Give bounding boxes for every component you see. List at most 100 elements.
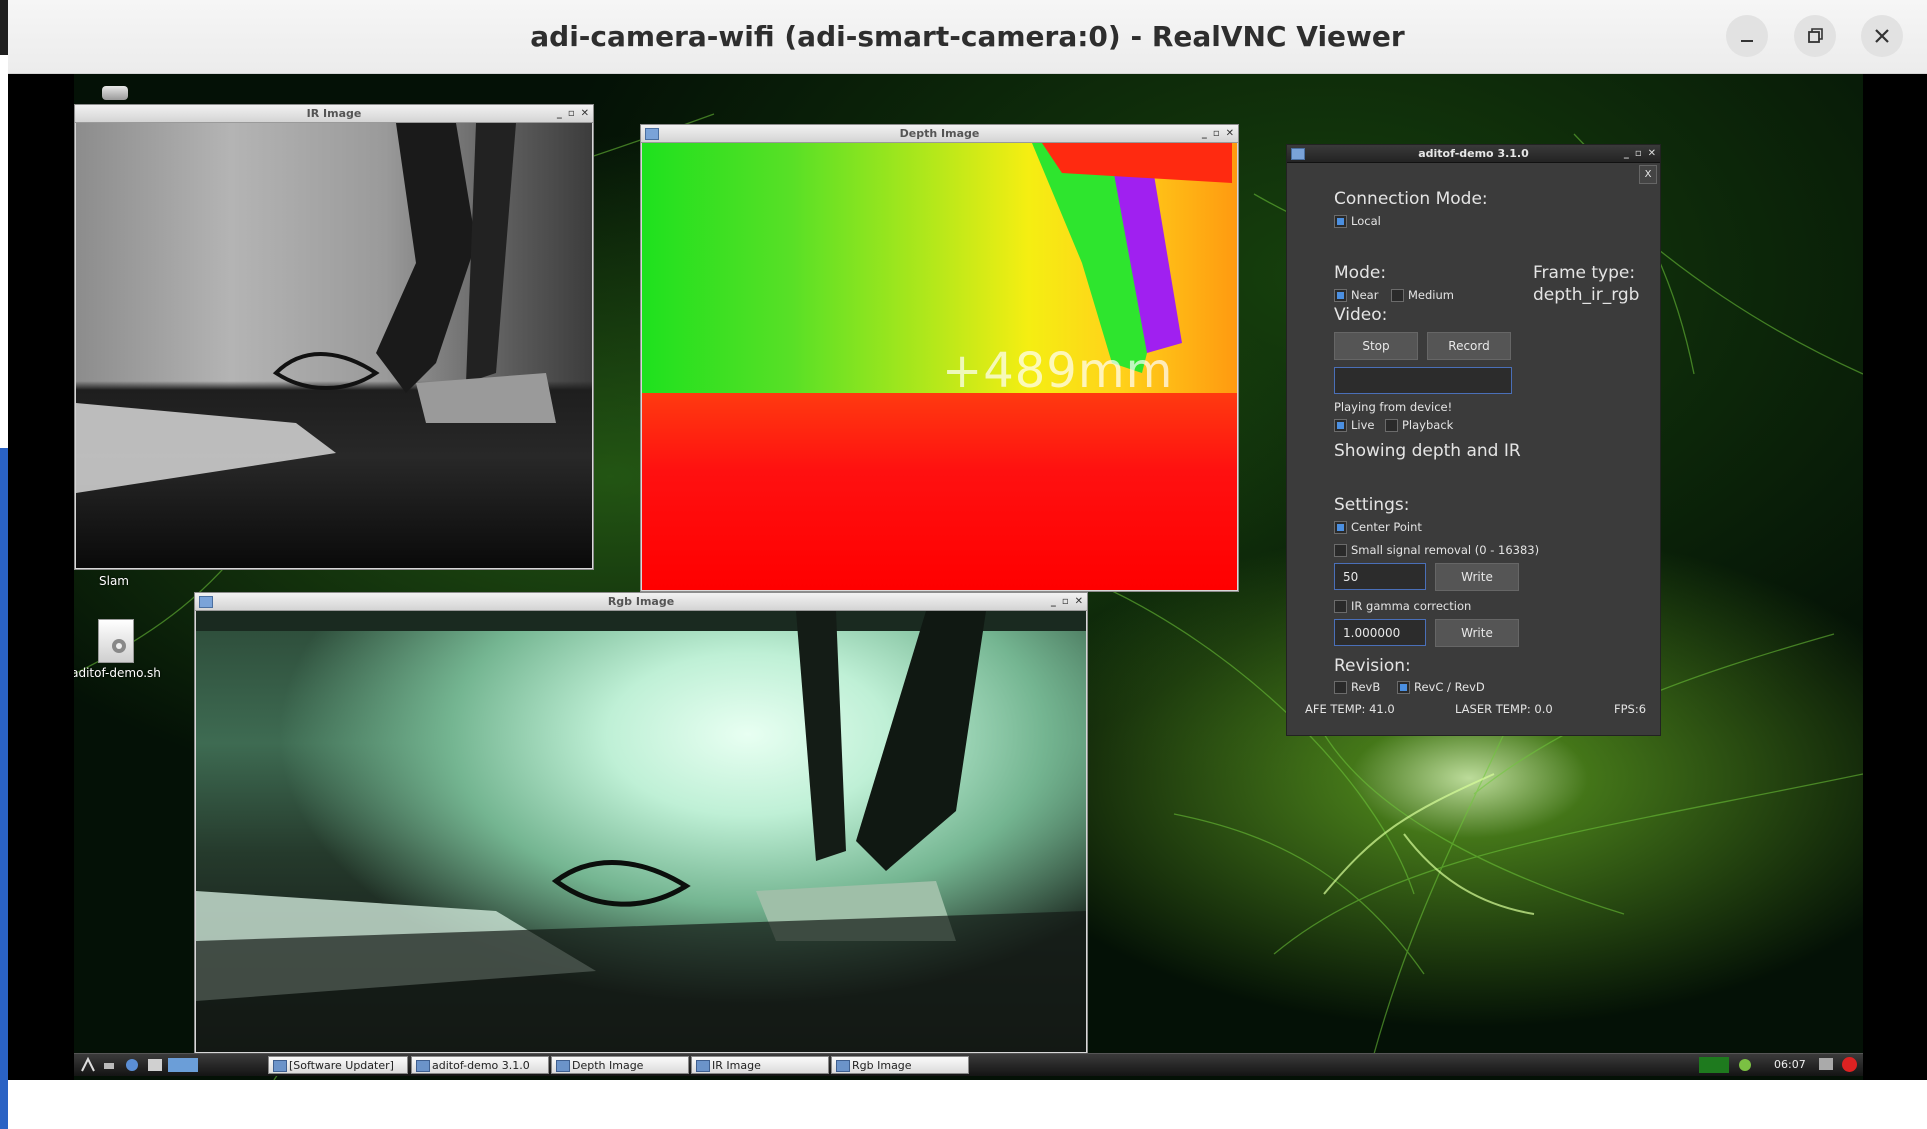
playing-from-label: Playing from device! bbox=[1334, 400, 1453, 414]
restore-button[interactable] bbox=[1794, 15, 1836, 57]
close-button[interactable] bbox=[1861, 15, 1903, 57]
small-signal-write-button[interactable]: Write bbox=[1435, 563, 1519, 591]
window-app-icon bbox=[199, 596, 213, 608]
close-icon[interactable]: ✕ bbox=[581, 105, 589, 122]
taskbar: [Software Updater] aditof-demo 3.1.0 Dep… bbox=[74, 1053, 1863, 1076]
desktop-icon-label[interactable]: aditof-demo.sh bbox=[74, 666, 166, 680]
ir-gamma-input[interactable]: 1.000000 bbox=[1334, 619, 1426, 646]
power-icon[interactable] bbox=[1842, 1057, 1857, 1072]
window-icon bbox=[556, 1060, 570, 1072]
rgb-scene bbox=[196, 611, 1086, 1052]
frame-type-label: Frame type: bbox=[1533, 263, 1636, 283]
window-title: aditof-demo 3.1.0 bbox=[1418, 147, 1529, 160]
center-point-label: Center Point bbox=[1351, 520, 1422, 534]
window-title: Depth Image bbox=[899, 127, 980, 140]
gear-icon bbox=[112, 639, 126, 653]
near-checkbox[interactable] bbox=[1334, 289, 1347, 302]
maximize-icon[interactable]: ▫ bbox=[568, 105, 575, 122]
minimize-icon[interactable]: _ bbox=[1624, 145, 1629, 162]
maximize-icon[interactable]: ▫ bbox=[1213, 125, 1220, 142]
maximize-icon[interactable]: ▫ bbox=[1062, 593, 1069, 610]
connection-mode-label: Connection Mode: bbox=[1334, 189, 1488, 209]
desktop-icon-label[interactable]: Slam bbox=[88, 574, 140, 588]
stop-button[interactable]: Stop bbox=[1334, 332, 1418, 360]
frame-type-value: depth_ir_rgb bbox=[1533, 285, 1640, 305]
afe-temp: AFE TEMP: 41.0 bbox=[1305, 702, 1395, 716]
playback-checkbox[interactable] bbox=[1385, 419, 1398, 432]
small-signal-label: Small signal removal (0 - 16383) bbox=[1351, 543, 1540, 557]
taskbar-item[interactable]: Rgb Image bbox=[831, 1056, 969, 1074]
taskbar-item[interactable]: IR Image bbox=[691, 1056, 829, 1074]
medium-checkbox[interactable] bbox=[1391, 289, 1404, 302]
near-label: Near bbox=[1351, 288, 1379, 302]
small-signal-checkbox[interactable] bbox=[1334, 544, 1347, 557]
taskbar-item-label: Rgb Image bbox=[852, 1059, 912, 1072]
taskbar-item[interactable]: [Software Updater] bbox=[268, 1056, 408, 1074]
remote-screen[interactable]: Slam aditof-demo.sh IR Image _ ▫ ✕ Depth… bbox=[8, 74, 1927, 1080]
launcher-icons bbox=[81, 1056, 198, 1072]
depth-near-region bbox=[642, 393, 1237, 590]
revision-label: Revision: bbox=[1334, 656, 1411, 676]
drive-icon[interactable] bbox=[102, 86, 128, 100]
window-icon bbox=[696, 1060, 710, 1072]
window-titlebar[interactable]: Depth Image _ ▫ ✕ bbox=[641, 125, 1238, 143]
window-titlebar[interactable]: Rgb Image _ ▫ ✕ bbox=[195, 593, 1087, 611]
display-icon[interactable] bbox=[1819, 1058, 1833, 1070]
window-icon bbox=[416, 1060, 430, 1072]
vnc-titlebar[interactable]: adi-camera-wifi (adi-smart-camera:0) - R… bbox=[8, 0, 1927, 74]
center-point-checkbox[interactable] bbox=[1334, 521, 1347, 534]
revcd-label: RevC / RevD bbox=[1414, 680, 1485, 694]
close-icon[interactable]: ✕ bbox=[1226, 125, 1234, 142]
ir-image-window[interactable]: IR Image _ ▫ ✕ bbox=[74, 104, 594, 570]
revb-label: RevB bbox=[1351, 680, 1381, 694]
clock[interactable]: 06:07 bbox=[1774, 1058, 1806, 1071]
record-button[interactable]: Record bbox=[1427, 332, 1511, 360]
small-signal-input[interactable]: 50 bbox=[1334, 563, 1426, 590]
live-checkbox[interactable] bbox=[1334, 419, 1347, 432]
taskbar-item[interactable]: Depth Image bbox=[551, 1056, 689, 1074]
revb-checkbox[interactable] bbox=[1334, 681, 1347, 694]
taskbar-item-label: [Software Updater] bbox=[289, 1059, 394, 1072]
minimize-icon[interactable]: _ bbox=[557, 105, 562, 122]
center-point-distance: +489mm bbox=[942, 343, 1174, 399]
window-icon bbox=[836, 1060, 850, 1072]
remote-desktop-wallpaper[interactable]: Slam aditof-demo.sh IR Image _ ▫ ✕ Depth… bbox=[74, 74, 1863, 1080]
close-icon[interactable]: ✕ bbox=[1075, 593, 1083, 610]
rgb-image-window[interactable]: Rgb Image _ ▫ ✕ bbox=[194, 592, 1088, 1054]
left-edge bbox=[0, 0, 8, 55]
aditof-demo-window[interactable]: aditof-demo 3.1.0 _ ▫ ✕ X Connection Mode:… bbox=[1286, 144, 1661, 736]
rgb-image bbox=[196, 611, 1086, 1052]
taskbar-item-label: aditof-demo 3.1.0 bbox=[432, 1059, 530, 1072]
panel-close-button[interactable]: X bbox=[1639, 165, 1657, 184]
window-title: Rgb Image bbox=[607, 595, 675, 608]
minimize-button[interactable] bbox=[1726, 15, 1768, 57]
fps-readout: FPS:6 bbox=[1614, 702, 1647, 716]
minimize-icon[interactable]: _ bbox=[1202, 125, 1207, 142]
taskbar-item-label: IR Image bbox=[712, 1059, 761, 1072]
ir-gamma-label: IR gamma correction bbox=[1351, 599, 1472, 613]
ir-image bbox=[76, 123, 592, 568]
script-gear-icon[interactable] bbox=[98, 619, 134, 663]
nvidia-icon[interactable] bbox=[1739, 1059, 1751, 1071]
revcd-checkbox[interactable] bbox=[1397, 681, 1410, 694]
close-icon[interactable]: ✕ bbox=[1648, 145, 1656, 162]
maximize-icon[interactable]: ▫ bbox=[1635, 145, 1642, 162]
local-checkbox[interactable] bbox=[1334, 215, 1347, 228]
minimize-icon[interactable]: _ bbox=[1051, 593, 1056, 610]
window-app-icon bbox=[645, 128, 659, 140]
window-titlebar[interactable]: aditof-demo 3.1.0 _ ▫ ✕ bbox=[1287, 145, 1660, 163]
playback-label: Playback bbox=[1402, 418, 1454, 432]
window-titlebar[interactable]: IR Image _ ▫ ✕ bbox=[75, 105, 593, 123]
showing-label: Showing depth and IR bbox=[1334, 441, 1521, 461]
taskbar-item-label: Depth Image bbox=[572, 1059, 644, 1072]
settings-label: Settings: bbox=[1334, 495, 1410, 515]
mode-label: Mode: bbox=[1334, 263, 1387, 283]
ir-gamma-write-button[interactable]: Write bbox=[1435, 619, 1519, 647]
network-graph-icon[interactable] bbox=[1699, 1057, 1729, 1073]
close-icon bbox=[1875, 29, 1889, 43]
taskbar-item[interactable]: aditof-demo 3.1.0 bbox=[411, 1056, 549, 1074]
depth-image-window[interactable]: Depth Image _ ▫ ✕ +489mm bbox=[640, 124, 1239, 592]
ir-scene bbox=[76, 123, 556, 493]
record-path-input[interactable] bbox=[1334, 367, 1512, 394]
ir-gamma-checkbox[interactable] bbox=[1334, 600, 1347, 613]
